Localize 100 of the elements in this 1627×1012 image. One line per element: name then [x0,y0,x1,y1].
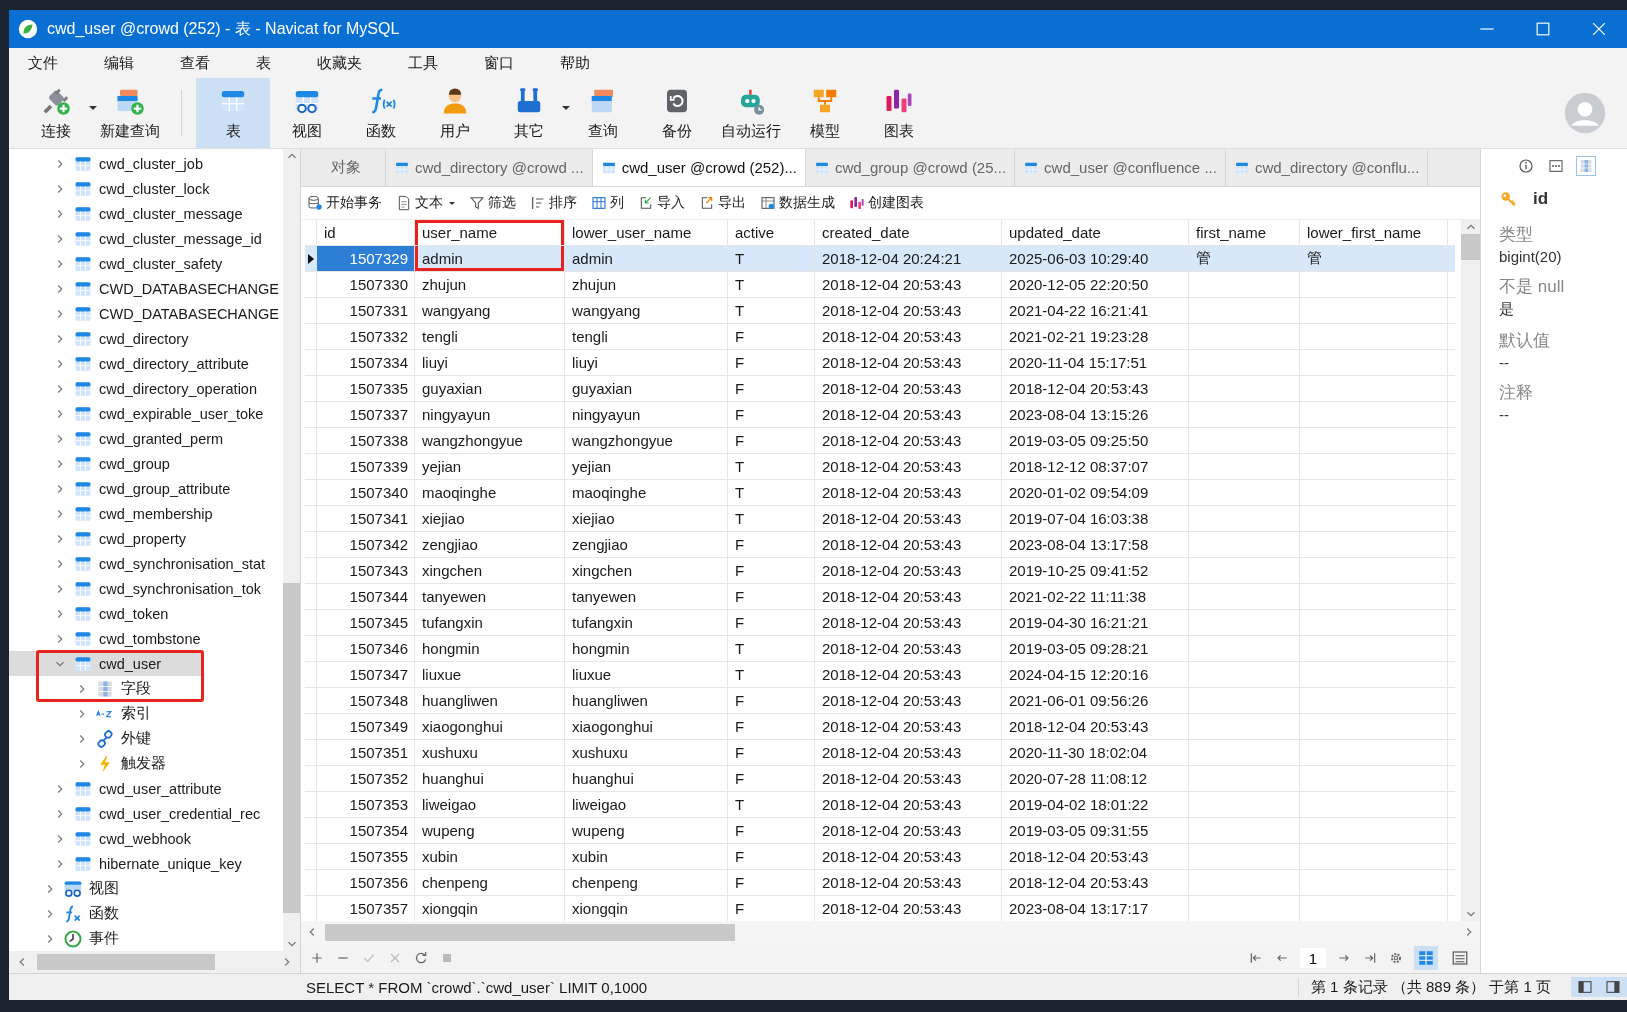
table-row[interactable]: 1507352 huanghui huanghui F 2018-12-04 20:53:43 2020-07-28 11:08:12 [305,766,1455,792]
toolbar-button[interactable]: 排序 [530,194,577,212]
table-row[interactable]: 1507342 zengjiao zengjiao F 2018-12-04 20:53:43 2023-08-04 13:17:58 [305,532,1455,558]
menu-item[interactable]: 表 [241,53,286,73]
table-row[interactable]: 1507351 xushuxu xushuxu F 2018-12-04 20:53:43 2020-11-30 18:02:04 [305,740,1455,766]
table-tree-item[interactable]: cwd_user_attribute [9,776,283,801]
toolbar-button[interactable]: 自动运行 [714,78,788,148]
table-tree-item[interactable]: cwd_granted_perm [9,426,283,451]
page-field[interactable]: 1 [1300,948,1326,968]
tab[interactable]: cwd_group @crowd (25... [805,149,1016,186]
menu-item[interactable]: 查看 [165,53,225,73]
tab[interactable]: 对象 [307,149,386,186]
folder-tree-item[interactable]: 函数 [9,901,283,926]
table-row[interactable]: 1507346 hongmin hongmin T 2018-12-04 20:53:43 2019-03-05 09:28:21 [305,636,1455,662]
toolbar-button[interactable]: 查询 [566,78,640,148]
table-tree-item[interactable]: cwd_cluster_lock [9,176,283,201]
toolbar-button[interactable]: 新建查询 [93,78,167,148]
tab[interactable]: cwd_user @confluence ... [1015,149,1226,186]
panel-toggle[interactable] [1571,977,1599,997]
table-tree-item[interactable]: cwd_membership [9,501,283,526]
toolbar-button[interactable]: 文本 [396,194,455,212]
table-row[interactable]: 1507343 xingchen xingchen F 2018-12-04 20:53:43 2019-10-25 09:41:52 [305,558,1455,584]
menu-item[interactable]: 文件 [13,53,73,73]
toolbar-button[interactable]: 创建图表 [849,194,924,212]
table-tree-item[interactable]: cwd_group [9,451,283,476]
toolbar-button[interactable]: 用户 [418,78,492,148]
table-tree-item[interactable]: hibernate_unique_key [9,851,283,876]
scrollbar-thumb[interactable] [37,954,215,970]
table-row[interactable]: 1507339 yejian yejian T 2018-12-04 20:53:43 2018-12-12 08:37:07 [305,454,1455,480]
toolbar-button[interactable]: 导入 [638,194,685,212]
toolbar-button[interactable]: 模型 [788,78,862,148]
toolbar-button[interactable]: 导出 [699,194,746,212]
toolbar-button[interactable]: 视图 [270,78,344,148]
table-row[interactable]: 1507341 xiejiao xiejiao T 2018-12-04 20:53:43 2019-07-04 16:03:38 [305,506,1455,532]
table-tree-item[interactable]: cwd_property [9,526,283,551]
menu-item[interactable]: 帮助 [545,53,605,73]
folder-tree-item[interactable]: 触发器 [9,751,283,776]
toolbar-button[interactable]: 开始事务 [307,194,382,212]
table-row[interactable]: 1507349 xiaogonghui xiaogonghui F 2018-12-04 20:53:43 2018-12-04 20:53:43 [305,714,1455,740]
last-page-icon[interactable] [1362,950,1378,966]
scrollbar-thumb[interactable] [1461,234,1480,260]
table-row[interactable]: 1507330 zhujun zhujun T 2018-12-04 20:53:43 2020-12-05 22:20:50 [305,272,1455,298]
table-tree-item[interactable]: cwd_token [9,601,283,626]
folder-tree-item[interactable]: 外键 [9,726,283,751]
panel-tab[interactable] [1547,157,1565,175]
toolbar-button[interactable]: 表 [196,78,270,148]
menu-item[interactable]: 窗口 [469,53,529,73]
table-tree-item[interactable]: cwd_cluster_message [9,201,283,226]
scrollbar-thumb[interactable] [283,583,300,913]
table-row[interactable]: 1507331 wangyang wangyang T 2018-12-04 20:53:43 2021-04-22 16:21:41 [305,298,1455,324]
toolbar-button[interactable]: 筛选 [469,194,516,212]
tab[interactable]: cwd_user @crowd (252)... [592,149,806,186]
toolbar-button[interactable]: 函数 [344,78,418,148]
table-tree-item[interactable]: cwd_cluster_message_id [9,226,283,251]
table-tree-item[interactable]: CWD_DATABASECHANGE [9,301,283,326]
table-tree-item[interactable]: cwd_directory [9,326,283,351]
toolbar-button[interactable]: 备份 [640,78,714,148]
table-row[interactable]: 1507355 xubin xubin F 2018-12-04 20:53:43 2018-12-04 20:53:43 [305,844,1455,870]
table-tree-item[interactable]: cwd_synchronisation_stat [9,551,283,576]
table-row[interactable]: 1507332 tengli tengli F 2018-12-04 20:53:43 2021-02-21 19:23:28 [305,324,1455,350]
table-row[interactable]: 1507345 tufangxin tufangxin F 2018-12-04 20:53:43 2019-04-30 16:21:21 [305,610,1455,636]
table-row[interactable]: 1507340 maoqinghe maoqinghe T 2018-12-04 20:53:43 2020-01-02 09:54:09 [305,480,1455,506]
column-header[interactable]: user_name [415,220,565,245]
tab[interactable]: cwd_directory @crowd ... [386,149,593,186]
table-tree-item[interactable]: cwd_group_attribute [9,476,283,501]
table-tree-item[interactable]: cwd_directory_attribute [9,351,283,376]
table-row[interactable]: 1507334 liuyi liuyi F 2018-12-04 20:53:43 2020-11-04 15:17:51 [305,350,1455,376]
table-row[interactable]: 1507338 wangzhongyue wangzhongyue F 2018-12-04 20:53:43 2019-03-05 09:25:50 [305,428,1455,454]
toolbar-button[interactable]: 图表 [862,78,936,148]
table-row[interactable]: 1507348 huangliwen huangliwen F 2018-12-04 20:53:43 2021-06-01 09:56:26 [305,688,1455,714]
table-row[interactable]: 1507344 tanyewen tanyewen F 2018-12-04 20:53:43 2021-02-22 11:11:38 [305,584,1455,610]
menu-item[interactable]: 收藏夹 [302,53,377,73]
view-toggle[interactable] [1414,946,1438,970]
folder-tree-item[interactable]: 索引 [9,701,283,726]
folder-tree-item[interactable]: 视图 [9,876,283,901]
settings-icon[interactable] [1388,950,1404,966]
scrollbar-thumb[interactable] [325,923,735,941]
toolbar-button[interactable]: 数据生成 [760,194,835,212]
table-tree-item[interactable]: cwd_user [9,651,203,676]
folder-tree-item[interactable]: 事件 [9,926,283,951]
menu-item[interactable]: 编辑 [89,53,149,73]
table-tree-item[interactable]: CWD_DATABASECHANGE [9,276,283,301]
table-row[interactable]: 1507353 liweigao liweigao T 2018-12-04 20:53:43 2019-04-02 18:01:22 [305,792,1455,818]
table-tree-item[interactable]: cwd_user_credential_rec [9,801,283,826]
menu-item[interactable]: 工具 [393,53,453,73]
table-row[interactable]: 1507356 chenpeng chenpeng F 2018-12-04 20:53:43 2018-12-04 20:53:43 [305,870,1455,896]
table-tree-item[interactable]: cwd_webhook [9,826,283,851]
table-row[interactable]: 1507354 wupeng wupeng F 2018-12-04 20:53:43 2019-03-05 09:31:55 [305,818,1455,844]
table-tree-item[interactable]: cwd_expirable_user_toke [9,401,283,426]
table-tree-item[interactable]: cwd_tombstone [9,626,283,651]
table-tree-item[interactable]: cwd_directory_operation [9,376,283,401]
add-icon[interactable] [309,950,325,966]
first-page-icon[interactable] [1248,950,1264,966]
table-row[interactable]: 1507329 admin admin T 2018-12-04 20:24:21 2025-06-03 10:29:40 管 管 [305,246,1455,272]
folder-tree-item[interactable]: 字段 [9,676,203,701]
table-row[interactable]: 1507335 guyaxian guyaxian F 2018-12-04 20:53:43 2018-12-04 20:53:43 [305,376,1455,402]
table-tree-item[interactable]: cwd_cluster_safety [9,251,283,276]
table-row[interactable]: 1507337 ningyayun ningyayun F 2018-12-04 20:53:43 2023-08-04 13:15:26 [305,402,1455,428]
table-row[interactable]: 1507347 liuxue liuxue T 2018-12-04 20:53:43 2024-04-15 12:20:16 [305,662,1455,688]
panel-tab[interactable] [1517,157,1535,175]
